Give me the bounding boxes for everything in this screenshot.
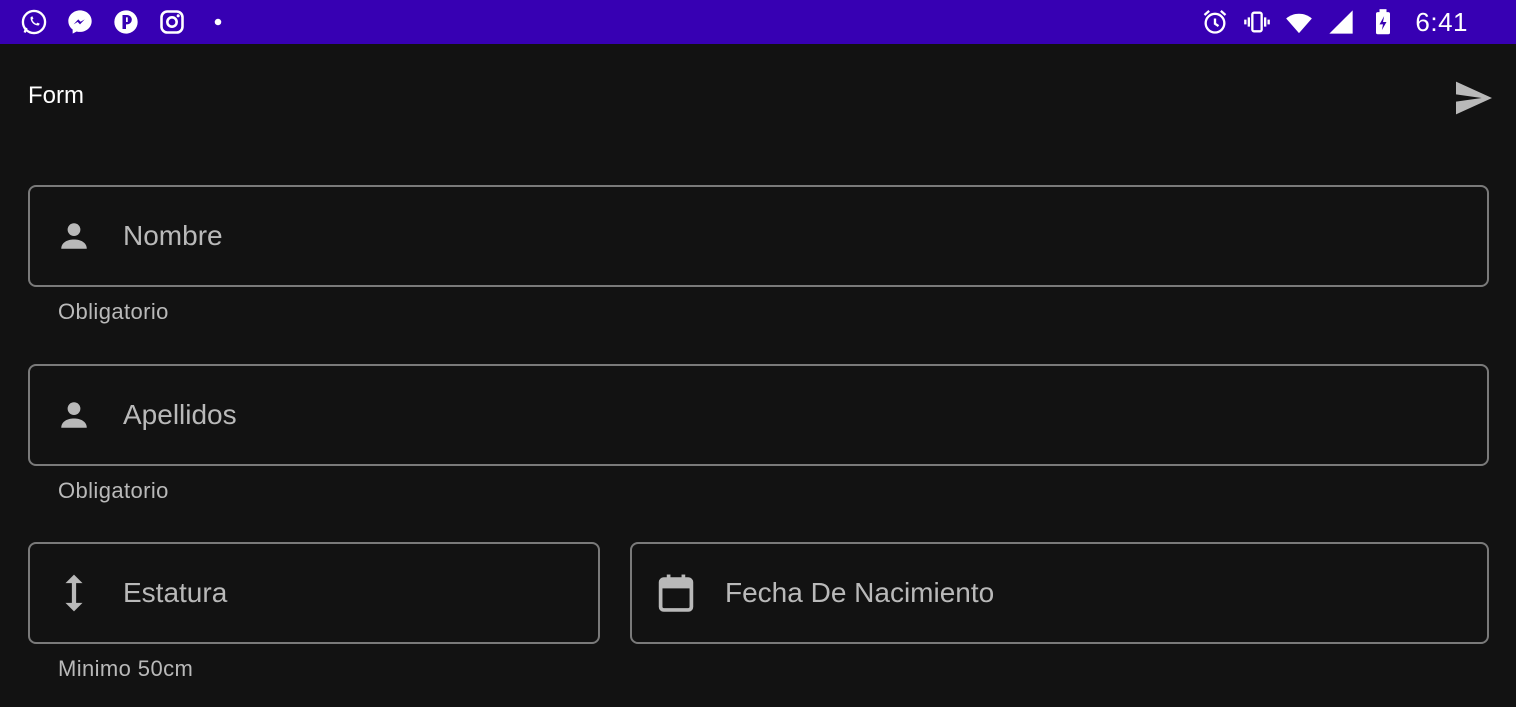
apellidos-helper-text: Obligatorio	[58, 478, 169, 503]
fecha-nacimiento-placeholder: Fecha De Nacimiento	[725, 577, 995, 608]
messenger-icon	[66, 8, 94, 36]
person-icon	[54, 395, 94, 435]
whatsapp-icon	[20, 8, 48, 36]
fecha-nacimiento-field[interactable]: Fecha De Nacimiento	[630, 542, 1489, 644]
notification-dot-icon	[204, 8, 232, 36]
wifi-icon	[1285, 8, 1313, 36]
status-bar-time: 6:41	[1415, 6, 1468, 37]
calendar-icon	[656, 573, 696, 613]
alarm-icon	[1201, 8, 1229, 36]
battery-charging-icon	[1369, 8, 1397, 36]
estatura-helper-text: Minimo 50cm	[58, 656, 194, 681]
app-p-icon	[112, 8, 140, 36]
nombre-helper-text: Obligatorio	[58, 299, 169, 324]
status-bar-notifications	[20, 0, 232, 44]
height-arrows-icon	[54, 573, 94, 613]
app-toolbar: Form	[0, 44, 1516, 148]
apellidos-field[interactable]: Apellidos	[28, 364, 1489, 466]
send-icon	[1456, 81, 1492, 115]
status-bar: 6:41	[0, 0, 1516, 44]
nombre-placeholder: Nombre	[123, 220, 223, 251]
instagram-icon	[158, 8, 186, 36]
page-title: Form	[28, 82, 84, 109]
status-bar-system: 6:41	[1201, 0, 1468, 44]
send-button[interactable]	[1448, 72, 1500, 124]
nombre-field[interactable]: Nombre	[28, 185, 1489, 287]
vibrate-icon	[1243, 8, 1271, 36]
cell-signal-icon	[1327, 8, 1355, 36]
estatura-field[interactable]: Estatura	[28, 542, 600, 644]
person-icon	[54, 216, 94, 256]
estatura-placeholder: Estatura	[123, 577, 228, 608]
apellidos-placeholder: Apellidos	[123, 399, 237, 430]
